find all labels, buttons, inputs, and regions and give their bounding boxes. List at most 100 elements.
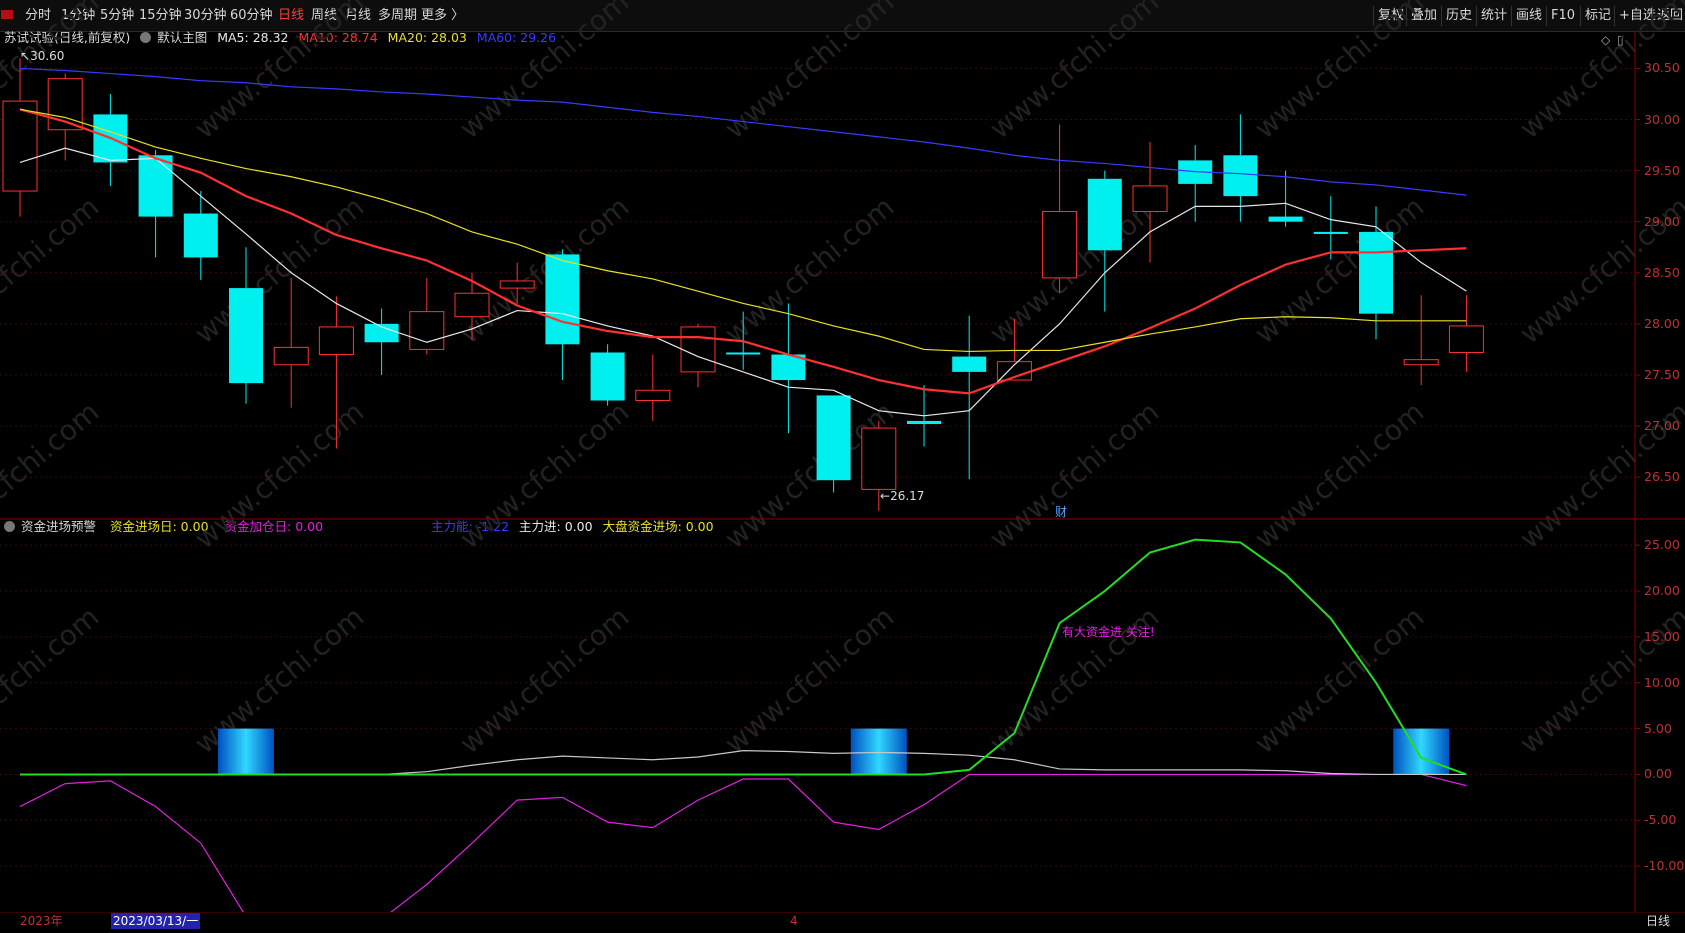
indicator-axis-label: 10.00 bbox=[1644, 674, 1680, 690]
mark-button[interactable]: 标记 bbox=[1580, 6, 1615, 26]
candle bbox=[1223, 114, 1258, 222]
watermark-text: www.cfchi.com bbox=[0, 190, 105, 350]
candle-body bbox=[183, 213, 218, 258]
kline-chart: www.cfchi.com www.cfchi.com www.cfchi.com w… bbox=[0, 0, 1685, 932]
f10-button[interactable]: F10 bbox=[1546, 6, 1579, 26]
history-button[interactable]: 历史 bbox=[1441, 6, 1476, 26]
candle-body bbox=[1178, 160, 1213, 184]
candle-body bbox=[861, 427, 897, 490]
period-indicator[interactable]: 日线 bbox=[1646, 913, 1670, 929]
watermark-text: www.cfchi.com bbox=[983, 395, 1165, 555]
watermark-text: www.cfchi.com bbox=[453, 600, 635, 760]
month-marker: 4 bbox=[790, 914, 798, 928]
candle bbox=[1448, 295, 1484, 372]
indicator-axis-label: -5.00 bbox=[1644, 812, 1677, 828]
tab-weekly[interactable]: 周线 bbox=[311, 7, 337, 25]
finance-marker[interactable]: 财 bbox=[1055, 503, 1067, 520]
high-price-label: ↖30.60 bbox=[20, 49, 65, 63]
diamond-icon[interactable]: ◇ bbox=[1601, 33, 1610, 47]
indicator-menu-icon[interactable] bbox=[140, 32, 152, 43]
watermark-text: www.cfchi.com bbox=[188, 190, 370, 350]
candle-body bbox=[499, 280, 535, 289]
candle-body bbox=[2, 100, 38, 192]
year-label: 2023年 bbox=[20, 914, 63, 928]
candle-body bbox=[816, 395, 851, 481]
tab-daily[interactable]: 日线 bbox=[278, 7, 304, 25]
tab-monthly[interactable]: 月线 bbox=[345, 7, 371, 25]
candle bbox=[93, 93, 128, 186]
ma5-value: MA5: 28.32 bbox=[217, 30, 289, 45]
candle-body bbox=[1448, 325, 1484, 353]
tab-15min[interactable]: 15分钟 bbox=[139, 7, 182, 25]
indicator-axis-label: 25.00 bbox=[1644, 537, 1680, 553]
candle-body bbox=[726, 352, 761, 355]
watermark-text: www.cfchi.com bbox=[0, 600, 105, 760]
candle-body bbox=[229, 288, 263, 384]
tab-multi-period[interactable]: 多周期 bbox=[378, 7, 417, 25]
main-force-energy-value: 主力能: -1.22 bbox=[431, 519, 510, 534]
candle-body bbox=[1403, 359, 1439, 366]
candle-body bbox=[273, 346, 309, 366]
window-toggle-icon[interactable]: ▯ bbox=[1617, 33, 1624, 47]
tab-more[interactable]: 更多 〉 bbox=[421, 7, 464, 25]
indicator-axis-label: 15.00 bbox=[1644, 628, 1680, 644]
price-axis-label: 27.00 bbox=[1644, 418, 1680, 434]
watermark-text: www.cfchi.com bbox=[1248, 190, 1430, 350]
candle-body bbox=[1359, 231, 1393, 314]
candle-body bbox=[545, 254, 580, 345]
tab-60min[interactable]: 60分钟 bbox=[230, 7, 273, 25]
candle-body bbox=[635, 389, 671, 402]
candle bbox=[816, 395, 851, 493]
candle-body bbox=[1087, 178, 1122, 251]
candle bbox=[1042, 124, 1078, 294]
restore-rights-button[interactable]: 复权 bbox=[1373, 6, 1408, 26]
candle bbox=[454, 272, 490, 341]
price-axis-label: 28.50 bbox=[1644, 264, 1680, 280]
candle-body bbox=[680, 326, 716, 373]
candle bbox=[273, 277, 309, 408]
tab-1min[interactable]: 1分钟 bbox=[61, 7, 95, 25]
price-axis-label: 29.00 bbox=[1644, 213, 1680, 229]
candle bbox=[1132, 142, 1168, 263]
draw-button[interactable]: 画线 bbox=[1511, 6, 1546, 26]
candle bbox=[1087, 170, 1122, 312]
ma-line-ma60 bbox=[19, 67, 1467, 196]
watermark-text: www.cfchi.com bbox=[718, 190, 900, 350]
tab-5min[interactable]: 5分钟 bbox=[100, 7, 134, 25]
indicator-line bbox=[19, 773, 1467, 932]
ma20-value: MA20: 28.03 bbox=[387, 30, 467, 45]
candle-body bbox=[952, 356, 987, 372]
price-axis-label: 28.00 bbox=[1644, 315, 1680, 331]
price-axis-label: 27.50 bbox=[1644, 366, 1680, 382]
candle bbox=[907, 385, 941, 447]
candle bbox=[590, 344, 625, 406]
sub-indicator-name[interactable]: 资金进场预警 bbox=[21, 519, 96, 534]
back-button[interactable]: 返回 bbox=[1652, 6, 1685, 26]
candle bbox=[47, 73, 83, 161]
ma-line-ma20 bbox=[19, 108, 1467, 353]
fund-alert-text: 有大资金进 关注! bbox=[1062, 625, 1155, 639]
watermark-text: www.cfchi.com bbox=[983, 190, 1165, 350]
sub-indicator-menu-icon[interactable] bbox=[4, 521, 15, 532]
candle-body bbox=[138, 155, 173, 217]
candle bbox=[1359, 206, 1393, 340]
fund-entry-bar bbox=[850, 728, 907, 775]
main-indicator-name[interactable]: 默认主图 bbox=[157, 30, 207, 45]
candle bbox=[996, 318, 1032, 381]
price-axis-label: 29.50 bbox=[1644, 162, 1680, 178]
candle-body bbox=[771, 354, 806, 381]
system-menu-icon[interactable] bbox=[0, 7, 14, 21]
statistics-button[interactable]: 统计 bbox=[1476, 6, 1511, 26]
tab-fenshi[interactable]: 分时 bbox=[25, 7, 51, 25]
fund-entry-day-value: 资金进场日: 0.00 bbox=[110, 519, 209, 534]
candle bbox=[1178, 145, 1213, 222]
watermark-text: www.cfchi.com bbox=[453, 190, 635, 350]
tab-30min[interactable]: 30分钟 bbox=[184, 7, 227, 25]
candle-body bbox=[93, 114, 128, 163]
indicator-axis-label: 0.00 bbox=[1644, 766, 1672, 782]
overlay-button[interactable]: 叠加 bbox=[1406, 6, 1441, 26]
market-fund-entry-value: 大盘资金进场: 0.00 bbox=[602, 519, 714, 534]
candle bbox=[138, 150, 173, 258]
fund-entry-bar bbox=[218, 728, 274, 775]
candle bbox=[771, 303, 806, 434]
